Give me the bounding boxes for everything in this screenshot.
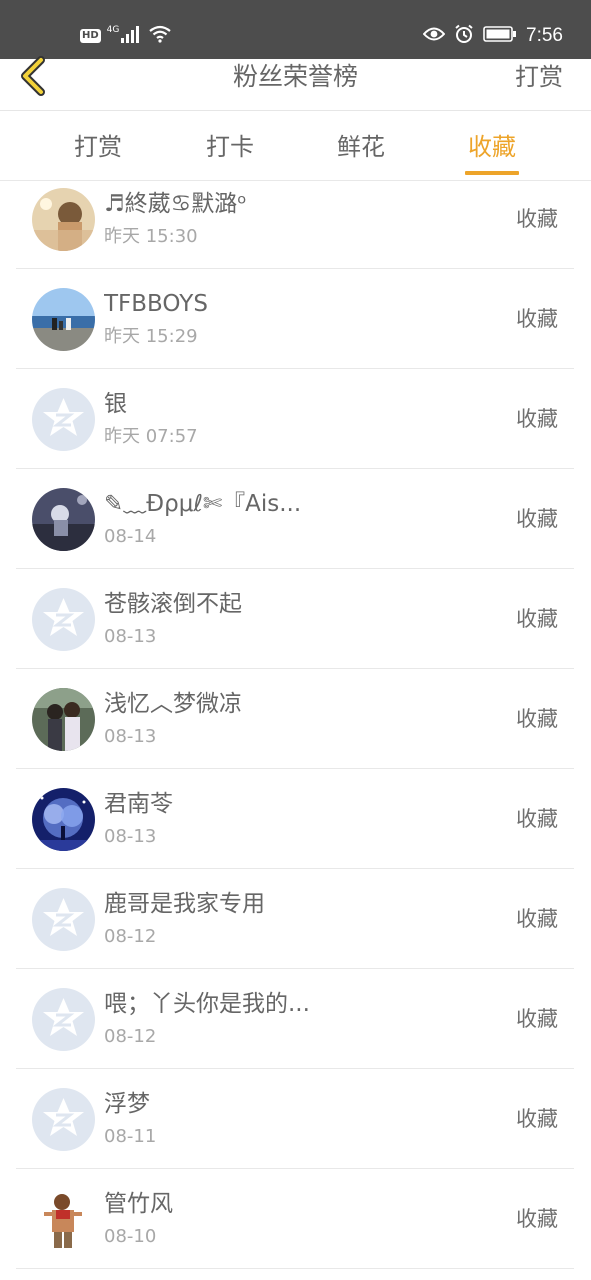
list-item[interactable]: ✎﹏Ðρμℓ✄『Ais... 08-14 收藏 xyxy=(16,469,574,569)
eye-icon xyxy=(422,26,446,46)
fan-time: 昨天 15:29 xyxy=(104,326,198,347)
fan-time: 08-12 xyxy=(104,926,157,947)
hd-icon: HD xyxy=(80,29,101,43)
default-qzone-avatar xyxy=(32,588,95,651)
fan-name: 君南苓 xyxy=(104,791,173,817)
status-right: 7:56 xyxy=(422,22,563,50)
photo-scenery-avatar xyxy=(32,488,95,551)
signal-icon xyxy=(121,25,143,47)
list-item[interactable]: 浅忆︿梦微凉 08-13 收藏 xyxy=(16,669,574,769)
favorite-action[interactable]: 收藏 xyxy=(516,1004,558,1034)
fan-time: 08-13 xyxy=(104,626,157,647)
fan-name: 浮梦 xyxy=(104,1091,150,1117)
battery-icon xyxy=(483,26,517,46)
favorite-action[interactable]: 收藏 xyxy=(516,1104,558,1134)
list-item[interactable]: 管竹风 08-10 收藏 xyxy=(16,1169,574,1269)
favorite-action[interactable]: 收藏 xyxy=(516,204,558,234)
list-item[interactable]: 苍骸滚倒不起 08-13 收藏 xyxy=(16,569,574,669)
favorite-action[interactable]: 收藏 xyxy=(516,604,558,634)
fan-time: 08-11 xyxy=(104,1126,157,1147)
active-tab-indicator xyxy=(465,171,519,175)
fan-name: 银 xyxy=(104,391,127,417)
alarm-icon xyxy=(454,24,474,48)
default-qzone-avatar xyxy=(32,988,95,1051)
default-qzone-avatar xyxy=(32,888,95,951)
favorite-action[interactable]: 收藏 xyxy=(516,704,558,734)
default-qzone-avatar xyxy=(32,1088,95,1151)
fan-time: 08-10 xyxy=(104,1226,157,1247)
fan-time: 昨天 15:30 xyxy=(104,226,198,247)
tab-bar: 打赏 打卡 鲜花 收藏 xyxy=(0,111,591,181)
fan-time: 08-13 xyxy=(104,826,157,847)
fan-name: 喂；丫头你是我的... xyxy=(104,991,310,1017)
tab-checkin[interactable]: 打卡 xyxy=(180,127,280,167)
status-left: HD 4G xyxy=(80,24,172,48)
tab-flowers[interactable]: 鲜花 xyxy=(311,127,411,167)
photo-girl-avatar xyxy=(32,188,95,251)
favorite-action[interactable]: 收藏 xyxy=(516,404,558,434)
list-item[interactable]: 银 昨天 07:57 收藏 xyxy=(16,369,574,469)
fan-name: ✎﹏Ðρμℓ✄『Ais... xyxy=(104,491,302,517)
favorite-action[interactable]: 收藏 xyxy=(516,1204,558,1234)
fan-name: 鹿哥是我家专用 xyxy=(104,891,265,917)
list-item[interactable]: TFBBOYS 昨天 15:29 收藏 xyxy=(16,269,574,369)
list-item[interactable]: 浮梦 08-11 收藏 xyxy=(16,1069,574,1169)
list-item[interactable]: 鹿哥是我家专用 08-12 收藏 xyxy=(16,869,574,969)
fan-time: 08-13 xyxy=(104,726,157,747)
fan-name: 浅忆︿梦微凉 xyxy=(104,691,242,717)
photo-couple-avatar xyxy=(32,688,95,751)
wifi-icon xyxy=(149,25,172,47)
tab-reward[interactable]: 打赏 xyxy=(48,127,148,167)
favorite-action[interactable]: 收藏 xyxy=(516,904,558,934)
list-item[interactable]: 君南苓 08-13 收藏 xyxy=(16,769,574,869)
fan-name: 管竹风 xyxy=(104,1191,173,1217)
fan-name: TFBBOYS xyxy=(104,291,208,317)
status-bar: HD 4G 7:56 xyxy=(0,0,591,59)
network-type-label: 4G xyxy=(106,25,120,35)
fan-time: 08-12 xyxy=(104,1026,157,1047)
list-item[interactable]: 喂；丫头你是我的... 08-12 收藏 xyxy=(16,969,574,1069)
status-time: 7:56 xyxy=(526,25,563,46)
photo-beach-avatar xyxy=(32,288,95,351)
photo-night-tree-avatar xyxy=(32,788,95,851)
reward-button[interactable]: 打赏 xyxy=(515,59,563,95)
fan-name: 苍骸滚倒不起 xyxy=(104,591,242,617)
fan-time: 08-14 xyxy=(104,526,157,547)
fan-time: 昨天 07:57 xyxy=(104,426,198,447)
favorite-action[interactable]: 收藏 xyxy=(516,304,558,334)
favorite-action[interactable]: 收藏 xyxy=(516,504,558,534)
fan-list: ♬終葳♋默潞ᵒ 昨天 15:30 收藏 TFBBOYS 昨天 15:29 收藏 … xyxy=(16,182,574,1280)
favorite-action[interactable]: 收藏 xyxy=(516,804,558,834)
nav-bar: 粉丝荣誉榜 打赏 xyxy=(0,56,591,111)
page-title: 粉丝荣誉榜 xyxy=(232,62,358,91)
list-item[interactable]: ♬終葳♋默潞ᵒ 昨天 15:30 收藏 xyxy=(16,182,574,269)
fan-name: ♬終葳♋默潞ᵒ xyxy=(104,191,247,217)
default-qzone-avatar xyxy=(32,388,95,451)
photo-man-avatar xyxy=(32,1188,95,1251)
tab-favorites[interactable]: 收藏 xyxy=(442,127,542,167)
